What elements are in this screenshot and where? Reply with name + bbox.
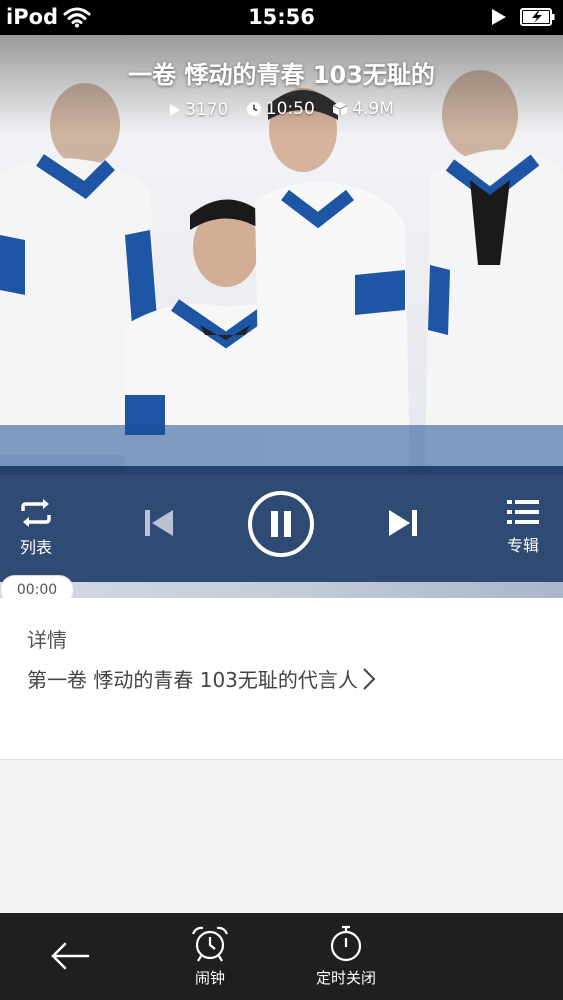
battery-icon: [520, 8, 556, 30]
playback-controls: 列表 专辑: [0, 466, 563, 582]
playlist-button[interactable]: 列表: [18, 498, 54, 558]
alarm-clock-icon: [191, 926, 229, 962]
progress-bar[interactable]: [0, 582, 563, 598]
status-bar: iPod 15:56: [0, 0, 563, 35]
playlist-label: 列表: [19, 538, 52, 557]
file-size: 4.9M: [332, 99, 394, 119]
album-detail-link[interactable]: 第一卷 悸动的青春 103无耻的代言人: [27, 664, 376, 693]
back-arrow-icon: [51, 942, 90, 970]
sleep-timer-button[interactable]: 定时关闭: [316, 925, 376, 988]
details-heading: 详情: [27, 628, 67, 652]
album-label: 专辑: [506, 536, 539, 555]
clock: 15:56: [248, 5, 315, 29]
list-icon: [507, 500, 539, 524]
play-count-icon: [170, 104, 181, 116]
alarm-button[interactable]: 闹钟: [190, 925, 230, 988]
next-button[interactable]: [387, 508, 419, 538]
album-button[interactable]: 专辑: [506, 498, 540, 556]
track-title: 一卷 悸动的青春 103无耻的: [128, 61, 435, 89]
duration-value: 10:50: [265, 99, 315, 119]
file-size-value: 4.9M: [352, 99, 394, 119]
track-meta: 3170 10:50 4.9M: [0, 99, 563, 122]
duration: 10:50: [246, 99, 315, 119]
play-count: 3170: [169, 100, 228, 120]
box-icon: [332, 102, 348, 116]
previous-button[interactable]: [143, 508, 175, 538]
play-count-value: 3170: [185, 100, 229, 120]
chevron-right-icon: [363, 667, 376, 690]
alarm-label: 闹钟: [194, 969, 225, 987]
now-playing-icon: [490, 8, 508, 30]
current-time: 00:00: [0, 575, 74, 598]
clock-icon: [246, 102, 261, 116]
next-icon: [389, 510, 417, 536]
details-section: 详情 第一卷 悸动的青春 103无耻的代言人: [0, 598, 563, 760]
album-detail-text: 第一卷 悸动的青春 103无耻的代言人: [27, 668, 358, 692]
back-button[interactable]: [50, 941, 90, 971]
cover-art-area: 一卷 悸动的青春 103无耻的 3170 10:50 4.9M 列表 专辑 00…: [0, 35, 563, 598]
bottom-toolbar: 闹钟 定时关闭: [0, 913, 563, 1000]
stopwatch-icon: [330, 925, 362, 962]
pause-button[interactable]: [247, 490, 315, 558]
pause-icon: [248, 491, 314, 557]
previous-icon: [145, 510, 173, 536]
repeat-icon: [21, 499, 51, 527]
sleep-timer-label: 定时关闭: [316, 969, 377, 987]
